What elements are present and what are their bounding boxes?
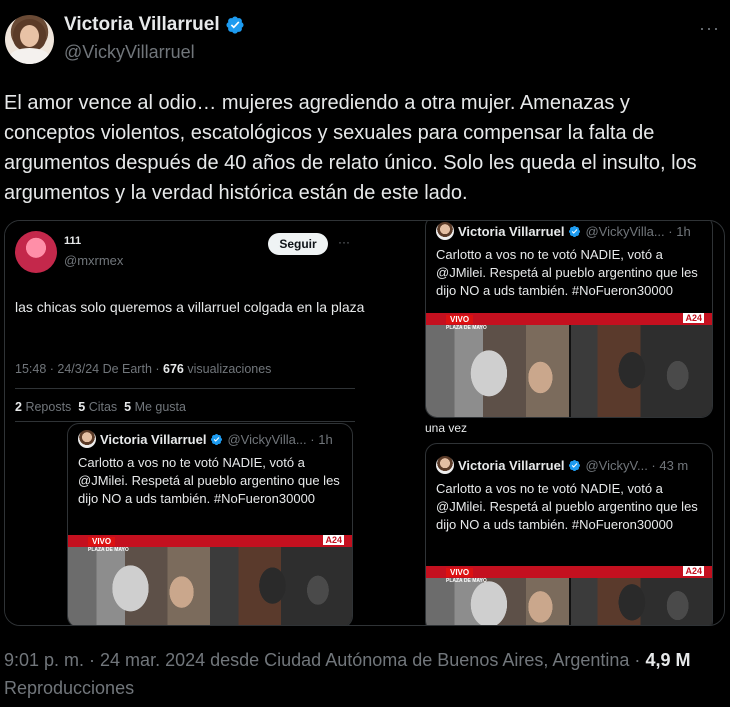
quotes-label: Citas xyxy=(88,400,118,414)
author-name[interactable]: Victoria Villarruel xyxy=(64,14,220,36)
reposts-label: Reposts xyxy=(25,400,72,414)
embedded-quoted-tweet: Victoria Villarruel @VickyVilla... · 1h … xyxy=(67,423,353,625)
verified-badge-icon xyxy=(226,16,244,34)
more-options-icon[interactable]: ··· xyxy=(699,18,720,39)
channel-logo: A24 xyxy=(683,566,704,576)
caption-text: una vez xyxy=(425,421,468,435)
author-handle[interactable]: @VickyVillarruel xyxy=(64,42,195,63)
quoted-handle: @VickyVilla... · 1h xyxy=(585,223,691,239)
tweet-text: El amor vence al odio… mujeres agrediend… xyxy=(4,92,697,204)
quoted-avatar xyxy=(436,222,454,240)
quoted-name: Victoria Villarruel xyxy=(458,457,565,473)
location-label: PLAZA DE MAYO xyxy=(88,547,129,553)
follow-button: Seguir xyxy=(268,233,328,255)
timestamp-location[interactable]: 9:01 p. m. · 24 mar. 2024 desde Ciudad A… xyxy=(4,650,640,670)
divider xyxy=(15,388,355,389)
live-badge: VIVO xyxy=(446,568,474,577)
likes-count: 5 xyxy=(124,400,132,414)
quoted-avatar xyxy=(78,430,96,448)
quoted-name: Victoria Villarruel xyxy=(458,223,565,239)
channel-logo: A24 xyxy=(323,535,344,545)
quoted-avatar xyxy=(436,456,454,474)
verified-badge-icon xyxy=(569,459,581,471)
quoted-handle: @VickyV... · 43 m xyxy=(585,457,689,473)
views-label: Reproducciones xyxy=(4,678,135,698)
embedded-avatar xyxy=(15,231,57,273)
video-thumbnail: VIVO PLAZA DE MAYO A24 xyxy=(426,566,712,625)
video-thumbnail: VIVO PLAZA DE MAYO A24 xyxy=(68,535,352,625)
right-top-quoted-tweet: Victoria Villarruel @VickyVilla... · 1h … xyxy=(425,221,713,418)
embedded-meta-time: 15:48 · 24/3/24 De Earth · xyxy=(15,362,160,376)
author-avatar[interactable] xyxy=(5,15,54,64)
live-badge: VIVO xyxy=(446,315,474,324)
channel-logo: A24 xyxy=(683,313,704,323)
quoted-name: Victoria Villarruel xyxy=(100,431,207,447)
quotes-count: 5 xyxy=(78,400,86,414)
embedded-text: las chicas solo queremos a villarruel co… xyxy=(15,299,365,315)
tweet-media[interactable]: 111 @mxrmex Seguir ··· las chicas solo q… xyxy=(4,220,725,626)
embedded-more-icon: ··· xyxy=(338,235,350,249)
views-count: 4,9 M xyxy=(645,650,691,670)
embedded-stats: 2 Reposts 5 Citas 5 Me gusta xyxy=(15,400,186,414)
quoted-text: Carlotto a vos no te votó NADIE, votó a … xyxy=(436,481,698,532)
tweet-header: Victoria Villarruel @VickyVillarruel ··· xyxy=(0,0,730,80)
reposts-count: 2 xyxy=(15,400,22,414)
embedded-views-label: visualizaciones xyxy=(187,362,272,376)
location-label: PLAZA DE MAYO xyxy=(446,325,487,331)
author-name-row[interactable]: Victoria Villarruel xyxy=(64,14,245,36)
quoted-text: Carlotto a vos no te votó NADIE, votó a … xyxy=(78,455,340,506)
verified-badge-icon xyxy=(569,225,581,237)
quoted-handle: @VickyVilla... · 1h xyxy=(227,431,333,447)
embedded-tweet-screenshot[interactable]: 111 @mxrmex Seguir ··· las chicas solo q… xyxy=(5,221,423,625)
verified-badge-icon xyxy=(211,433,223,445)
location-label: PLAZA DE MAYO xyxy=(446,578,487,584)
right-bottom-quoted-tweet: Victoria Villarruel @VickyV... · 43 m Ca… xyxy=(425,443,713,625)
live-badge: VIVO xyxy=(88,537,116,546)
quoted-text: Carlotto a vos no te votó NADIE, votó a … xyxy=(436,247,698,298)
embedded-user-name: 111 xyxy=(64,235,82,247)
embedded-meta: 15:48 · 24/3/24 De Earth · 676 visualiza… xyxy=(15,362,271,376)
tweet-footer: 9:01 p. m. · 24 mar. 2024 desde Ciudad A… xyxy=(4,646,716,702)
likes-label: Me gusta xyxy=(134,400,186,414)
embedded-user-handle: @mxrmex xyxy=(64,253,124,268)
embedded-views-count: 676 xyxy=(163,362,184,376)
video-thumbnail: VIVO PLAZA DE MAYO A24 xyxy=(426,313,712,417)
divider xyxy=(15,421,355,422)
